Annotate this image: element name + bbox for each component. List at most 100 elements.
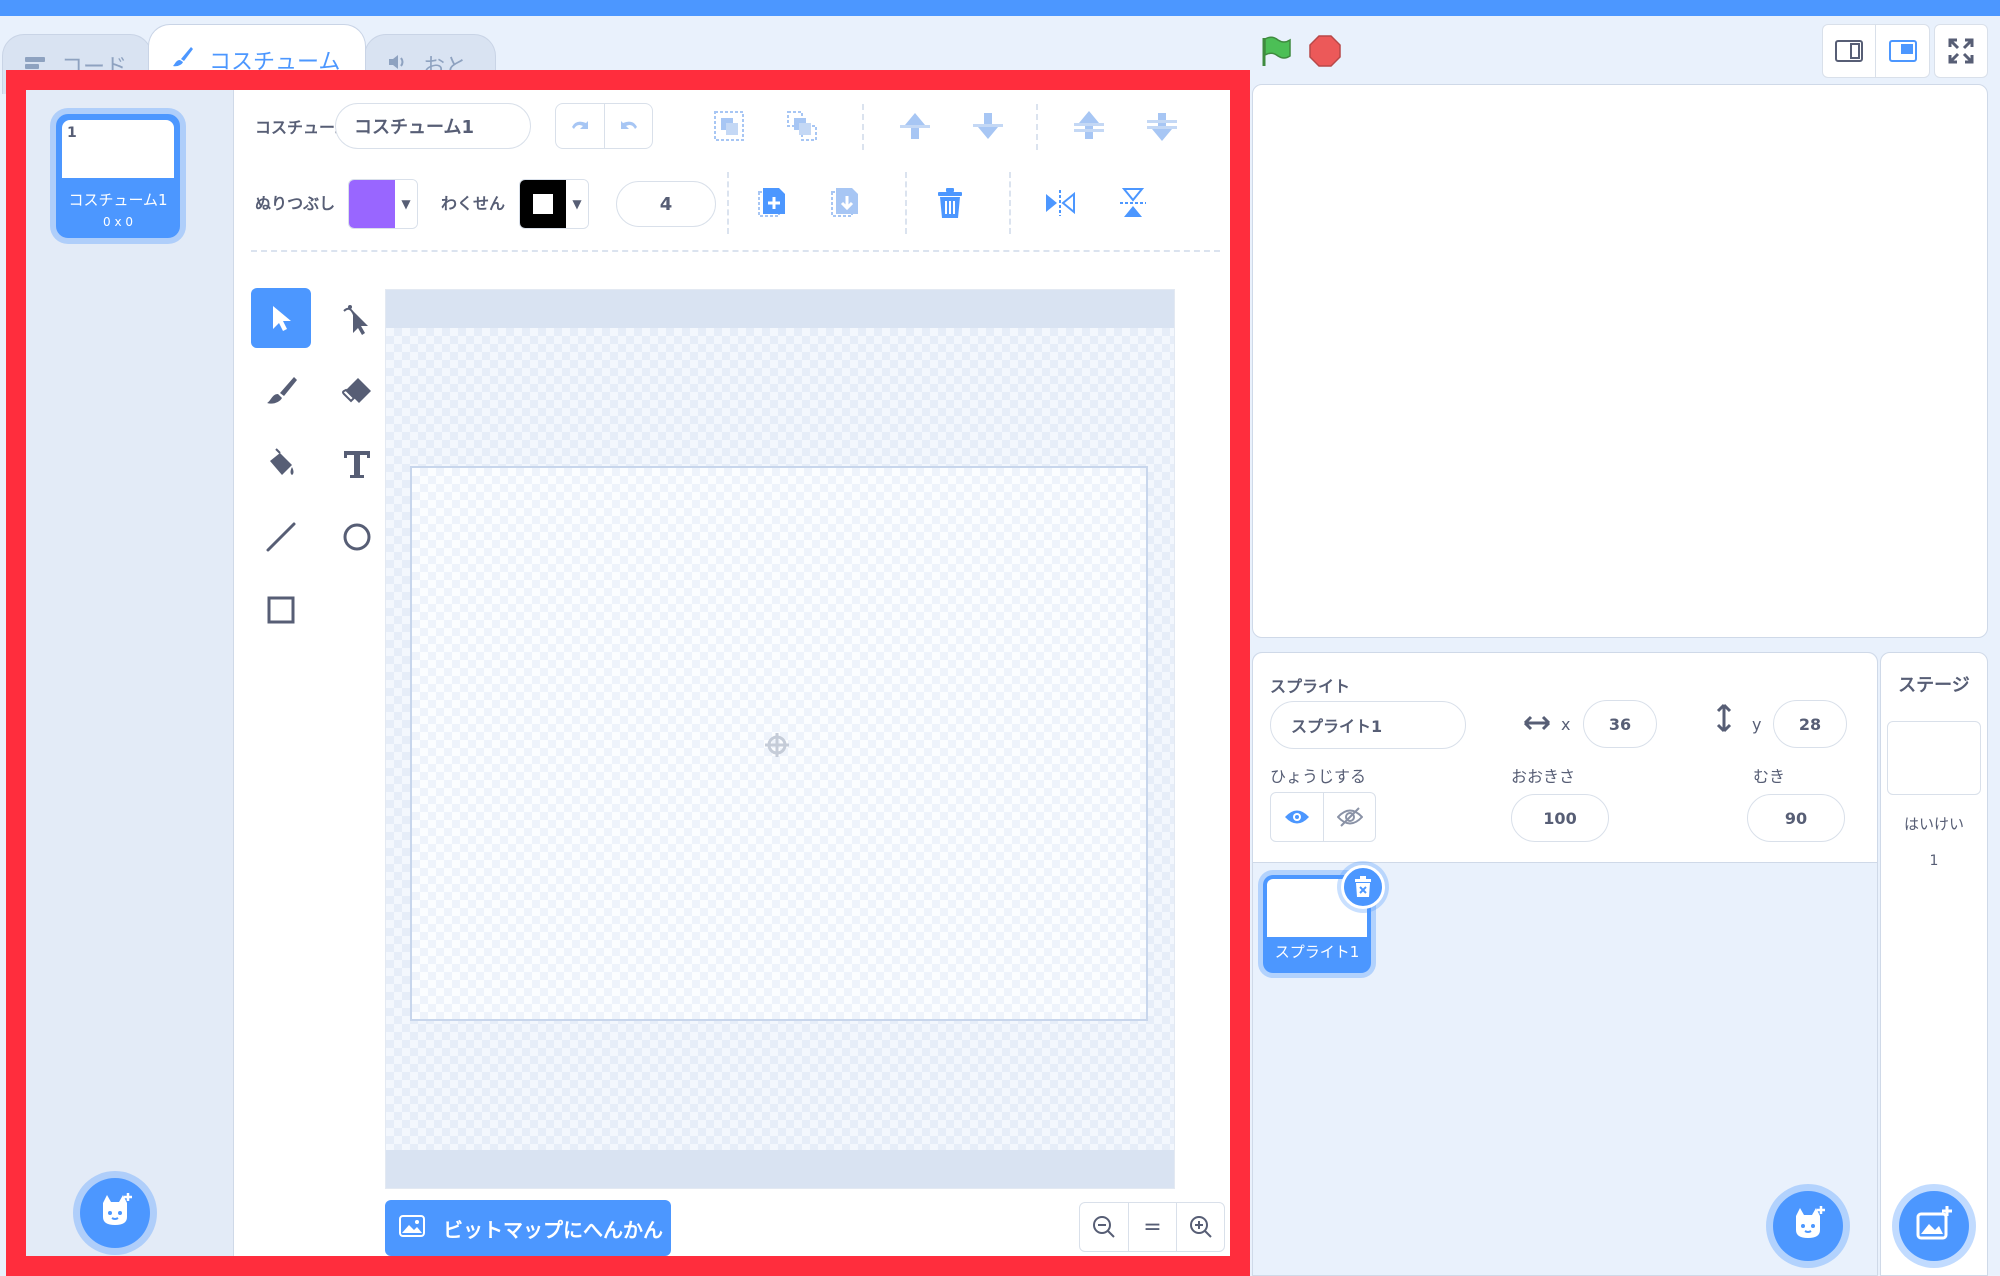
paint-toolbar-row-1: コスチューム コスチューム1 — [235, 90, 1230, 164]
convert-to-bitmap-label: ビットマップにへんかん — [443, 1217, 663, 1242]
direction-label: むき — [1753, 767, 1786, 786]
fill-color-swatch — [349, 180, 395, 228]
rotation-center-icon — [763, 731, 791, 763]
select-tool[interactable] — [251, 288, 311, 348]
copy-icon — [758, 188, 785, 217]
add-backdrop-button[interactable] — [1899, 1191, 1969, 1261]
forward-button[interactable] — [890, 101, 940, 151]
sprite-name-input[interactable]: スプライト1 — [1270, 701, 1466, 749]
zoom-reset-button[interactable]: = — [1128, 1203, 1176, 1251]
delete-button[interactable] — [925, 178, 975, 228]
cat-plus-icon — [95, 1191, 135, 1235]
sprite-info: スプライト スプライト1 x 36 y 28 ひょうじする おおきさ 100 む… — [1253, 653, 1877, 863]
line-icon — [266, 522, 296, 552]
group-icon — [714, 111, 744, 141]
brush-tool[interactable] — [251, 361, 311, 421]
eraser-tool[interactable] — [327, 361, 387, 421]
sprite-pane: スプライト スプライト1 x 36 y 28 ひょうじする おおきさ 100 む… — [1252, 652, 1878, 1276]
stage-selector[interactable]: ステージ はいけい 1 — [1880, 652, 1988, 1276]
convert-to-bitmap-button[interactable]: ビットマップにへんかん — [385, 1200, 671, 1256]
costume-tile[interactable]: 1 コスチューム1 0 x 0 — [56, 114, 180, 238]
rectangle-icon — [267, 596, 295, 624]
flip-vertical-button[interactable] — [1108, 178, 1158, 228]
fill-color-picker[interactable]: ▼ — [348, 179, 418, 229]
zoom-in-button[interactable] — [1176, 1203, 1224, 1251]
hide-sprite-button[interactable] — [1323, 793, 1375, 841]
x-input[interactable]: 36 — [1583, 700, 1657, 748]
text-tool[interactable] — [327, 434, 387, 494]
stop-sign-icon — [1309, 35, 1341, 67]
visibility-toggle — [1270, 792, 1376, 842]
brush-icon — [267, 377, 297, 404]
outline-color-picker[interactable]: ▼ — [519, 179, 589, 229]
send-to-back-icon — [1147, 113, 1177, 141]
paste-icon — [831, 188, 858, 217]
small-stage-button[interactable] — [1822, 24, 1876, 78]
eraser-icon — [342, 378, 371, 403]
bring-to-front-icon — [1074, 111, 1104, 139]
toolbar-divider — [727, 172, 729, 234]
size-label: おおきさ — [1511, 767, 1576, 786]
fill-tool[interactable] — [251, 434, 311, 494]
toolbar-divider — [1036, 104, 1038, 150]
outline-label: わくせん — [441, 194, 506, 213]
reshape-icon — [343, 305, 368, 335]
delete-sprite-button[interactable] — [1341, 865, 1385, 909]
small-stage-icon — [1835, 40, 1863, 62]
y-input[interactable]: 28 — [1773, 700, 1847, 748]
back-button[interactable] — [1137, 101, 1187, 151]
zoom-reset-label: = — [1143, 1214, 1162, 1240]
costume-number: 1 — [67, 125, 77, 141]
image-plus-icon — [1914, 1204, 1954, 1248]
direction-input[interactable]: 90 — [1747, 794, 1845, 842]
add-costume-button[interactable] — [80, 1178, 150, 1248]
group-button[interactable] — [704, 101, 754, 151]
backward-button[interactable] — [963, 101, 1013, 151]
text-icon — [344, 451, 370, 478]
paint-toolbar-row-2: ぬりつぶし ▼ わくせん ▼ 4 — [235, 164, 1230, 240]
zoom-out-button[interactable] — [1080, 1203, 1128, 1251]
show-sprite-button[interactable] — [1271, 793, 1323, 841]
rectangle-tool[interactable] — [251, 580, 311, 640]
circle-tool[interactable] — [327, 507, 387, 567]
normal-stage-button[interactable] — [1876, 24, 1930, 78]
green-flag-icon — [1262, 36, 1291, 66]
eye-slash-icon — [1336, 807, 1363, 827]
zoom-controls: = — [1079, 1202, 1225, 1252]
paint-canvas-area[interactable] — [385, 289, 1175, 1189]
size-input[interactable]: 100 — [1511, 794, 1609, 842]
canvas-scroll-margin-bottom — [386, 1150, 1174, 1188]
reshape-tool[interactable] — [327, 288, 387, 348]
ungroup-button[interactable] — [777, 101, 827, 151]
undo-redo-group — [555, 103, 653, 149]
stage-thumbnail — [1887, 721, 1981, 795]
copy-button[interactable] — [747, 178, 797, 228]
toolbar-divider — [1009, 172, 1011, 234]
stage-canvas[interactable] — [1252, 84, 1988, 638]
add-sprite-button[interactable] — [1773, 1191, 1843, 1261]
costume-tile-name: コスチューム1 — [68, 191, 168, 209]
y-position-icon — [1715, 703, 1733, 737]
paint-editor: コスチューム コスチューム1 ぬりつぶし ▼ わくせん ▼ 4 ビットマップにへ… — [235, 90, 1230, 1256]
trash-icon — [938, 188, 962, 218]
stage-pane-title: ステージ — [1898, 675, 1970, 696]
line-tool[interactable] — [251, 507, 311, 567]
green-flag-button[interactable] — [1258, 34, 1292, 72]
undo-button[interactable] — [556, 104, 604, 148]
front-button[interactable] — [1064, 101, 1114, 151]
flip-horizontal-button[interactable] — [1035, 178, 1085, 228]
show-label: ひょうじする — [1270, 767, 1367, 786]
arrow-cursor-icon — [273, 306, 291, 331]
sprite-tile-name: スプライト1 — [1274, 943, 1360, 961]
drawing-canvas[interactable] — [410, 466, 1148, 1021]
fullscreen-icon — [1948, 38, 1974, 64]
redo-button[interactable] — [604, 104, 652, 148]
costume-thumbnail — [62, 120, 174, 178]
outline-width-input[interactable]: 4 — [616, 181, 716, 227]
image-icon — [399, 1214, 425, 1242]
costume-name-input[interactable]: コスチューム1 — [335, 103, 531, 149]
fullscreen-button[interactable] — [1934, 24, 1988, 78]
paste-button[interactable] — [820, 178, 870, 228]
stop-button[interactable] — [1308, 34, 1342, 72]
zoom-out-icon — [1093, 1216, 1115, 1238]
